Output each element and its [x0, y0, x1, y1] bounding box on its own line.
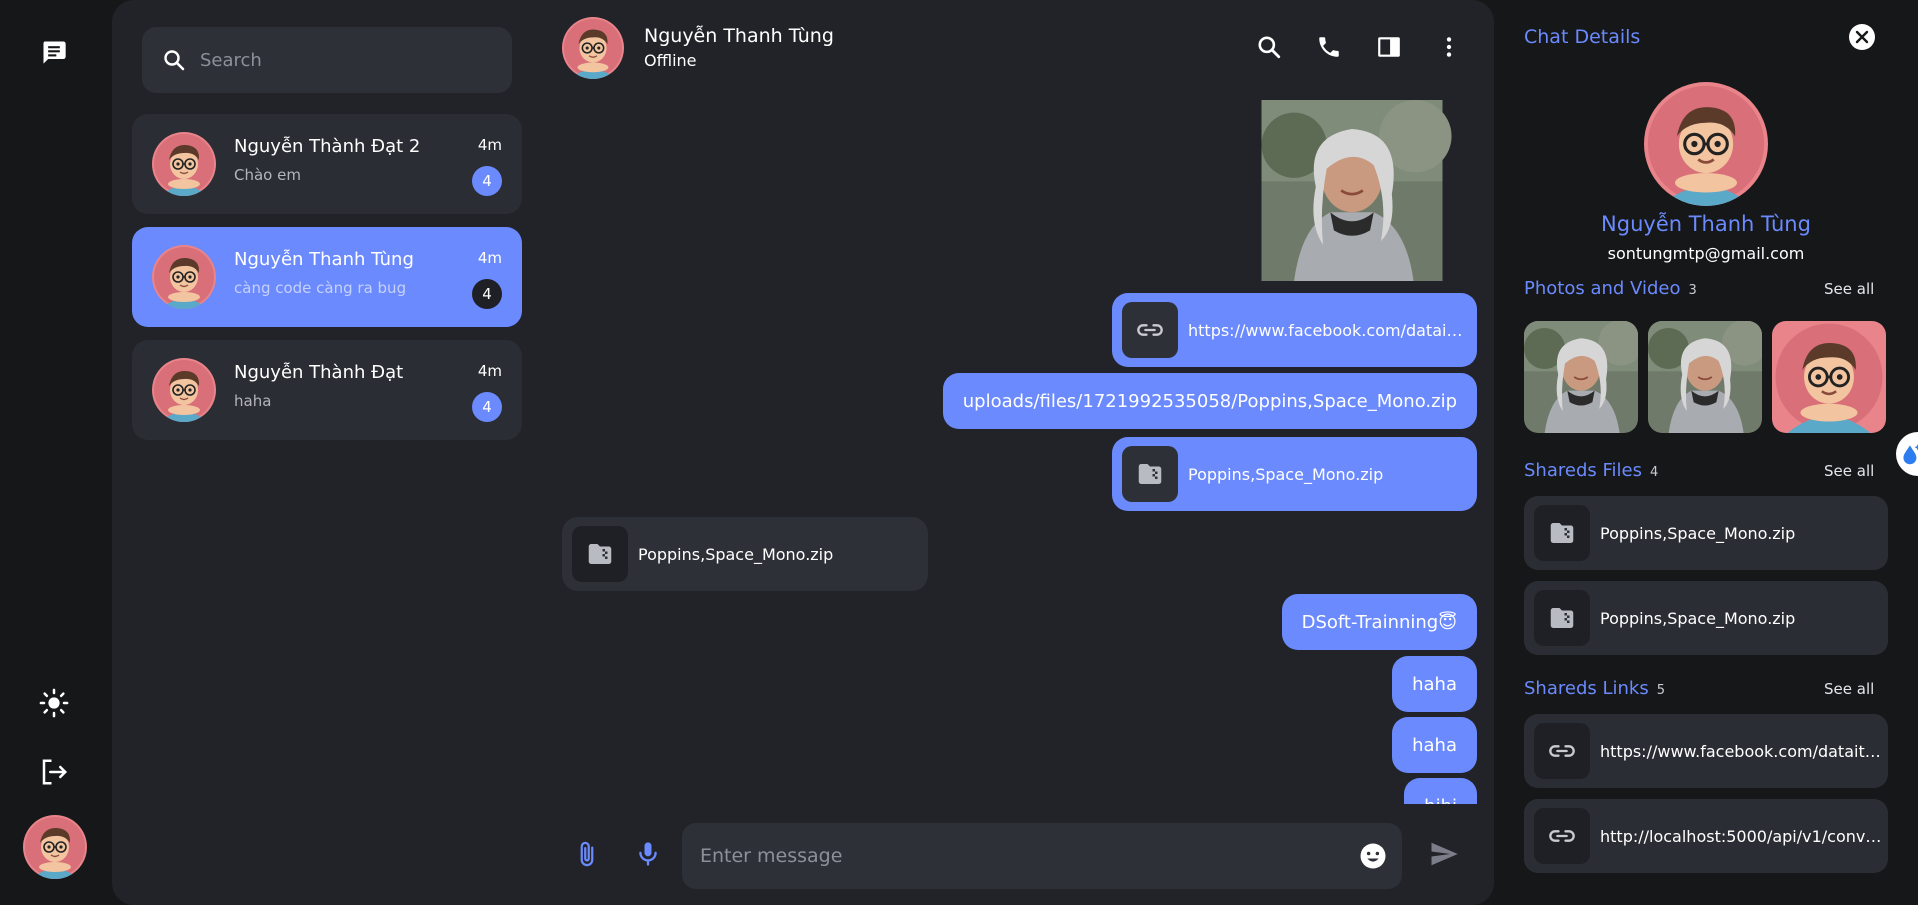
link-icon — [1534, 808, 1590, 864]
details-name: Nguyễn Thanh Tùng — [1601, 212, 1811, 236]
photos-section-title: Photos and Video 3 — [1524, 278, 1697, 299]
shared-file-item[interactable]: Poppins,Space_Mono.zip — [1524, 581, 1888, 655]
conversation-time: 4m — [477, 362, 502, 380]
text-message: haha — [1392, 656, 1477, 712]
emoji-icon[interactable] — [1358, 841, 1388, 875]
details-title: Chat Details — [1524, 26, 1641, 48]
files-section-title: Shareds Files 4 — [1524, 460, 1658, 481]
conversation-item-active[interactable]: Nguyễn Thanh Tùng càng code càng ra bug … — [132, 227, 522, 327]
links-see-all-link[interactable]: See all — [1824, 680, 1874, 698]
zip-file-icon — [1534, 590, 1590, 646]
logout-icon[interactable] — [37, 755, 71, 789]
chat-icon[interactable] — [37, 35, 71, 69]
upload-path-message: uploads/files/1721992535058/Poppins,Spac… — [942, 373, 1477, 429]
message-input-placeholder: Enter message — [700, 845, 843, 867]
more-vertical-icon[interactable] — [1432, 30, 1466, 64]
chat-avatar[interactable] — [562, 17, 624, 79]
phone-icon[interactable] — [1312, 30, 1346, 64]
conversation-name: Nguyễn Thành Đạt 2 — [234, 136, 421, 157]
chat-status: Offline — [644, 51, 697, 70]
message-text: hihi — [1424, 796, 1457, 805]
conversation-last-message: Chào em — [234, 166, 301, 184]
file-name: Poppins,Space_Mono.zip — [1600, 608, 1796, 628]
close-icon[interactable] — [1849, 24, 1875, 50]
shared-link-item[interactable]: https://www.facebook.com/dataitiiiiiiiii… — [1524, 714, 1888, 788]
link-url[interactable]: https://www.facebook.com/dataitiiiiiiiii… — [1600, 742, 1885, 761]
text-message: haha — [1392, 717, 1477, 773]
conversation-last-message: haha — [234, 392, 272, 410]
water-drop-icon[interactable] — [1896, 432, 1918, 476]
details-email: sontungmtp@gmail.com — [1607, 244, 1805, 263]
avatar — [152, 132, 216, 196]
details-avatar — [1644, 82, 1768, 206]
sidebar-toggle-icon[interactable] — [1372, 30, 1406, 64]
conversation-name: Nguyễn Thanh Tùng — [234, 249, 414, 270]
link-message[interactable]: https://www.facebook.com/dataitiiiiiiiii… — [1112, 293, 1477, 367]
section-count: 4 — [1649, 465, 1659, 480]
user-avatar[interactable] — [23, 815, 87, 879]
zip-file-icon — [572, 526, 628, 582]
file-name: Poppins,Space_Mono.zip — [638, 544, 834, 564]
avatar — [152, 245, 216, 309]
message-text: haha — [1412, 734, 1457, 756]
conversation-name: Nguyễn Thành Đạt — [234, 362, 404, 383]
section-label: Shareds Links — [1524, 678, 1649, 699]
zip-file-icon — [1534, 505, 1590, 561]
section-label: Photos and Video — [1524, 278, 1681, 299]
file-message[interactable]: Poppins,Space_Mono.zip — [1112, 437, 1477, 511]
photo-thumbnail[interactable] — [1524, 321, 1638, 433]
message-text: uploads/files/1721992535058/Poppins,Spac… — [962, 390, 1457, 412]
conversation-time: 4m — [477, 136, 502, 154]
message-list[interactable]: https://www.facebook.com/dataitiiiiiiiii… — [562, 96, 1477, 804]
conversation-item[interactable]: Nguyễn Thành Đạt 2 Chào em 4m 4 — [132, 114, 522, 214]
image-message[interactable] — [1227, 100, 1477, 281]
attach-icon[interactable] — [571, 838, 603, 870]
unread-badge: 4 — [472, 166, 502, 196]
send-icon[interactable] — [1428, 838, 1460, 870]
message-input[interactable]: Enter message — [682, 823, 1402, 889]
unread-badge: 4 — [472, 392, 502, 422]
file-name: Poppins,Space_Mono.zip — [1600, 523, 1796, 543]
avatar — [152, 358, 216, 422]
shared-file-item[interactable]: Poppins,Space_Mono.zip — [1524, 496, 1888, 570]
search-placeholder: Search — [200, 49, 262, 71]
unread-badge: 4 — [472, 279, 502, 309]
link-icon — [1534, 723, 1590, 779]
conversation-last-message: càng code càng ra bug — [234, 279, 407, 297]
conversation-time: 4m — [477, 249, 502, 267]
section-count: 5 — [1656, 683, 1665, 698]
sun-icon[interactable] — [37, 686, 71, 720]
photos-see-all-link[interactable]: See all — [1824, 280, 1874, 298]
main-panel: Search Nguyễn Thành Đạt 2 Chào em 4m 4 N… — [112, 0, 1494, 905]
link-icon — [1122, 302, 1178, 358]
conversation-item[interactable]: Nguyễn Thành Đạt haha 4m 4 — [132, 340, 522, 440]
file-name: Poppins,Space_Mono.zip — [1188, 464, 1384, 484]
message-text: haha — [1412, 673, 1457, 695]
text-message: hihi — [1404, 778, 1477, 804]
microphone-icon[interactable] — [632, 838, 664, 870]
link-text[interactable]: https://www.facebook.com/dataitiiiiiiiii… — [1188, 321, 1468, 340]
search-icon[interactable] — [1252, 30, 1286, 64]
photo-thumbnail[interactable] — [1772, 321, 1886, 433]
section-count: 3 — [1688, 283, 1697, 298]
chat-contact-name: Nguyễn Thanh Tùng — [644, 25, 834, 47]
shared-link-item[interactable]: http://localhost:5000/api/v1/conversatio… — [1524, 799, 1888, 873]
links-section-title: Shareds Links 5 — [1524, 678, 1665, 699]
link-url[interactable]: http://localhost:5000/api/v1/conversatio… — [1600, 827, 1885, 846]
file-message-received[interactable]: Poppins,Space_Mono.zip — [562, 517, 928, 591]
chat-details-panel: Chat Details Nguyễn Thanh Tùng sontungmt… — [1494, 0, 1918, 905]
left-rail — [0, 0, 110, 905]
search-input[interactable]: Search — [142, 27, 512, 93]
photo-thumbnail[interactable] — [1648, 321, 1762, 433]
search-icon — [164, 50, 185, 71]
message-text: DSoft-Trainning😇 — [1301, 611, 1457, 633]
zip-file-icon — [1122, 446, 1178, 502]
text-message: DSoft-Trainning😇 — [1281, 594, 1477, 650]
files-see-all-link[interactable]: See all — [1824, 462, 1874, 480]
section-label: Shareds Files — [1524, 460, 1642, 481]
